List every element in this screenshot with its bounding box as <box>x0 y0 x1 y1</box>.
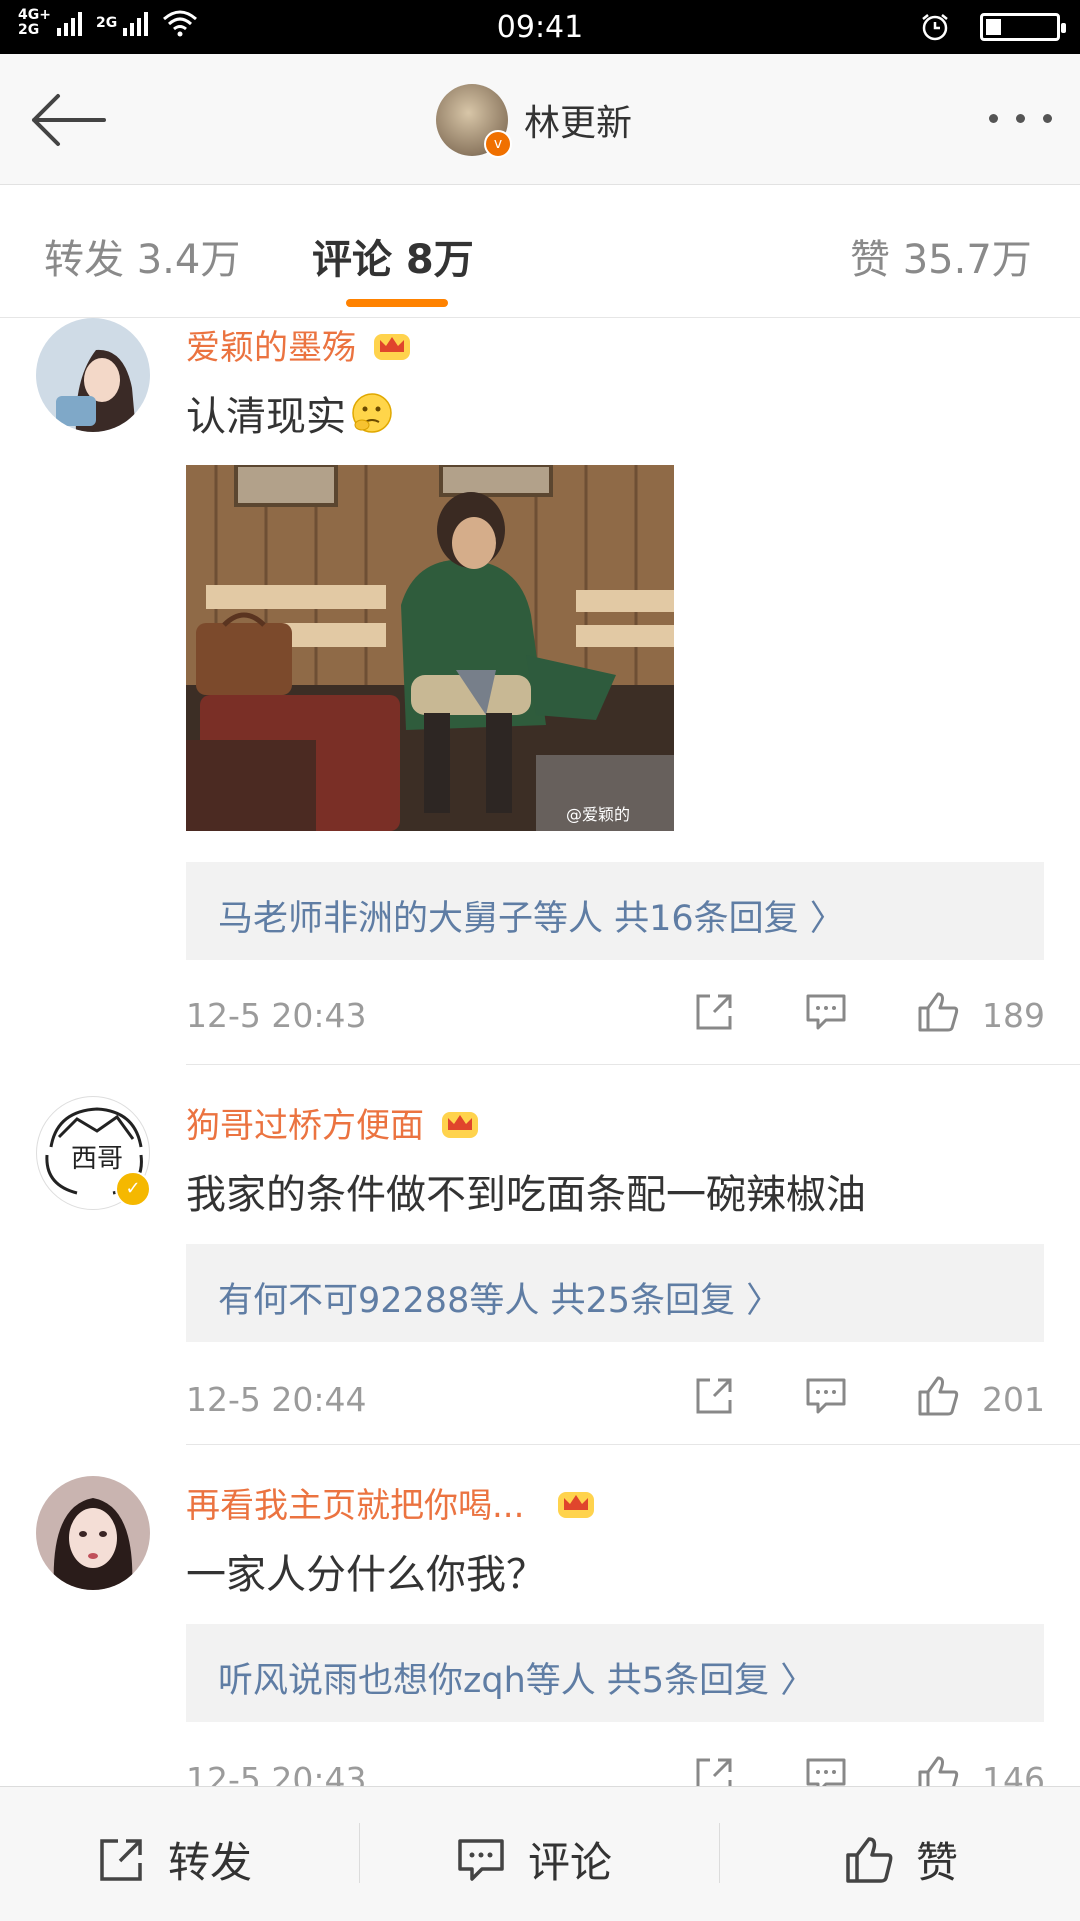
comment-button[interactable]: 评论 <box>456 1829 612 1890</box>
like-icon[interactable] <box>916 990 960 1034</box>
avatar[interactable]: 西哥 ✓ <box>36 1096 151 1210</box>
divider <box>186 1444 1080 1445</box>
like-button[interactable]: 赞 <box>844 1829 958 1890</box>
page-title: 林更新 <box>524 103 633 144</box>
vip-crown-icon <box>442 1111 478 1138</box>
share-icon[interactable] <box>692 990 736 1034</box>
clock: 09:41 <box>496 10 584 45</box>
repost-button[interactable]: 转发 <box>96 1829 252 1890</box>
repost-label: 转发 <box>168 1838 253 1887</box>
username[interactable]: 再看我主页就把你喝... <box>186 1478 524 1527</box>
battery-level <box>986 19 1001 35</box>
avatar[interactable] <box>36 1476 150 1590</box>
share-icon[interactable] <box>692 1374 736 1418</box>
username[interactable]: 爱颖的墨殇 <box>186 320 356 369</box>
comment-label: 评论 <box>528 1838 613 1887</box>
thinking-emoji-icon <box>352 393 392 433</box>
status-bar: 4G+ 2G 2G 09:41 <box>0 0 1080 54</box>
vip-crown-icon <box>558 1491 595 1518</box>
like-label: 赞 <box>916 1838 959 1887</box>
comment-text: 我家的条件做不到吃面条配一碗辣椒油 <box>186 1172 866 1218</box>
like-icon[interactable] <box>916 1374 960 1418</box>
like-icon <box>846 1836 893 1883</box>
divider <box>186 1064 1080 1065</box>
avatar-label: 西哥 <box>71 1144 123 1174</box>
alarm-icon <box>922 14 948 41</box>
tab-repost[interactable]: 转发 3.4万 <box>44 227 240 285</box>
image-watermark: @爱颖的 <box>566 805 630 824</box>
comment-icon[interactable] <box>804 1374 848 1418</box>
reply-preview[interactable]: 听风说雨也想你zqh等人 共5条回复 〉 <box>186 1624 1044 1722</box>
comment-text: 一家人分什么你我？ <box>186 1552 546 1598</box>
comment-icon[interactable] <box>804 990 848 1034</box>
comment-image[interactable]: @爱颖的 <box>186 465 674 831</box>
verified-badge-icon: v <box>484 130 512 158</box>
reply-preview[interactable]: 有何不可92288等人 共25条回复 〉 <box>186 1244 1044 1342</box>
like-count: 189 <box>982 996 1045 1035</box>
reply-preview[interactable]: 马老师非洲的大舅子等人 共16条回复 〉 <box>186 862 1044 960</box>
avatar[interactable]: v <box>436 84 512 158</box>
comment-time: 12-5 20:44 <box>186 1380 367 1419</box>
active-tab-indicator <box>346 299 448 307</box>
reply-summary: 有何不可92288等人 共25条回复 〉 <box>218 1281 782 1321</box>
battery-icon <box>980 13 1066 41</box>
vip-crown-icon <box>374 333 410 360</box>
nav-bar: v 林更新 <box>0 54 1080 185</box>
nav-user[interactable]: v 林更新 <box>436 84 633 158</box>
username[interactable]: 狗哥过桥方便面 <box>186 1098 424 1147</box>
tab-comment[interactable]: 评论 8万 <box>312 227 474 285</box>
comment-time: 12-5 20:43 <box>186 996 367 1035</box>
repost-icon <box>100 1838 142 1881</box>
more-dots-icon[interactable] <box>989 114 1052 123</box>
verified-badge-icon: ✓ <box>115 1171 151 1207</box>
tab-bar: 转发 3.4万 评论 8万 赞 35.7万 <box>0 185 1080 318</box>
tab-like[interactable]: 赞 35.7万 <box>850 227 1032 285</box>
reply-summary: 听风说雨也想你zqh等人 共5条回复 〉 <box>218 1661 816 1701</box>
back-arrow-icon[interactable] <box>28 92 108 148</box>
separator <box>359 1823 360 1883</box>
avatar[interactable] <box>36 318 150 432</box>
reply-summary: 马老师非洲的大舅子等人 共16条回复 〉 <box>218 899 845 939</box>
bottom-action-bar: 转发 评论 赞 <box>0 1786 1080 1921</box>
comment-icon <box>458 1838 504 1881</box>
separator <box>719 1823 720 1883</box>
comment-text: 认清现实 <box>186 394 346 440</box>
like-count: 201 <box>982 1380 1045 1419</box>
